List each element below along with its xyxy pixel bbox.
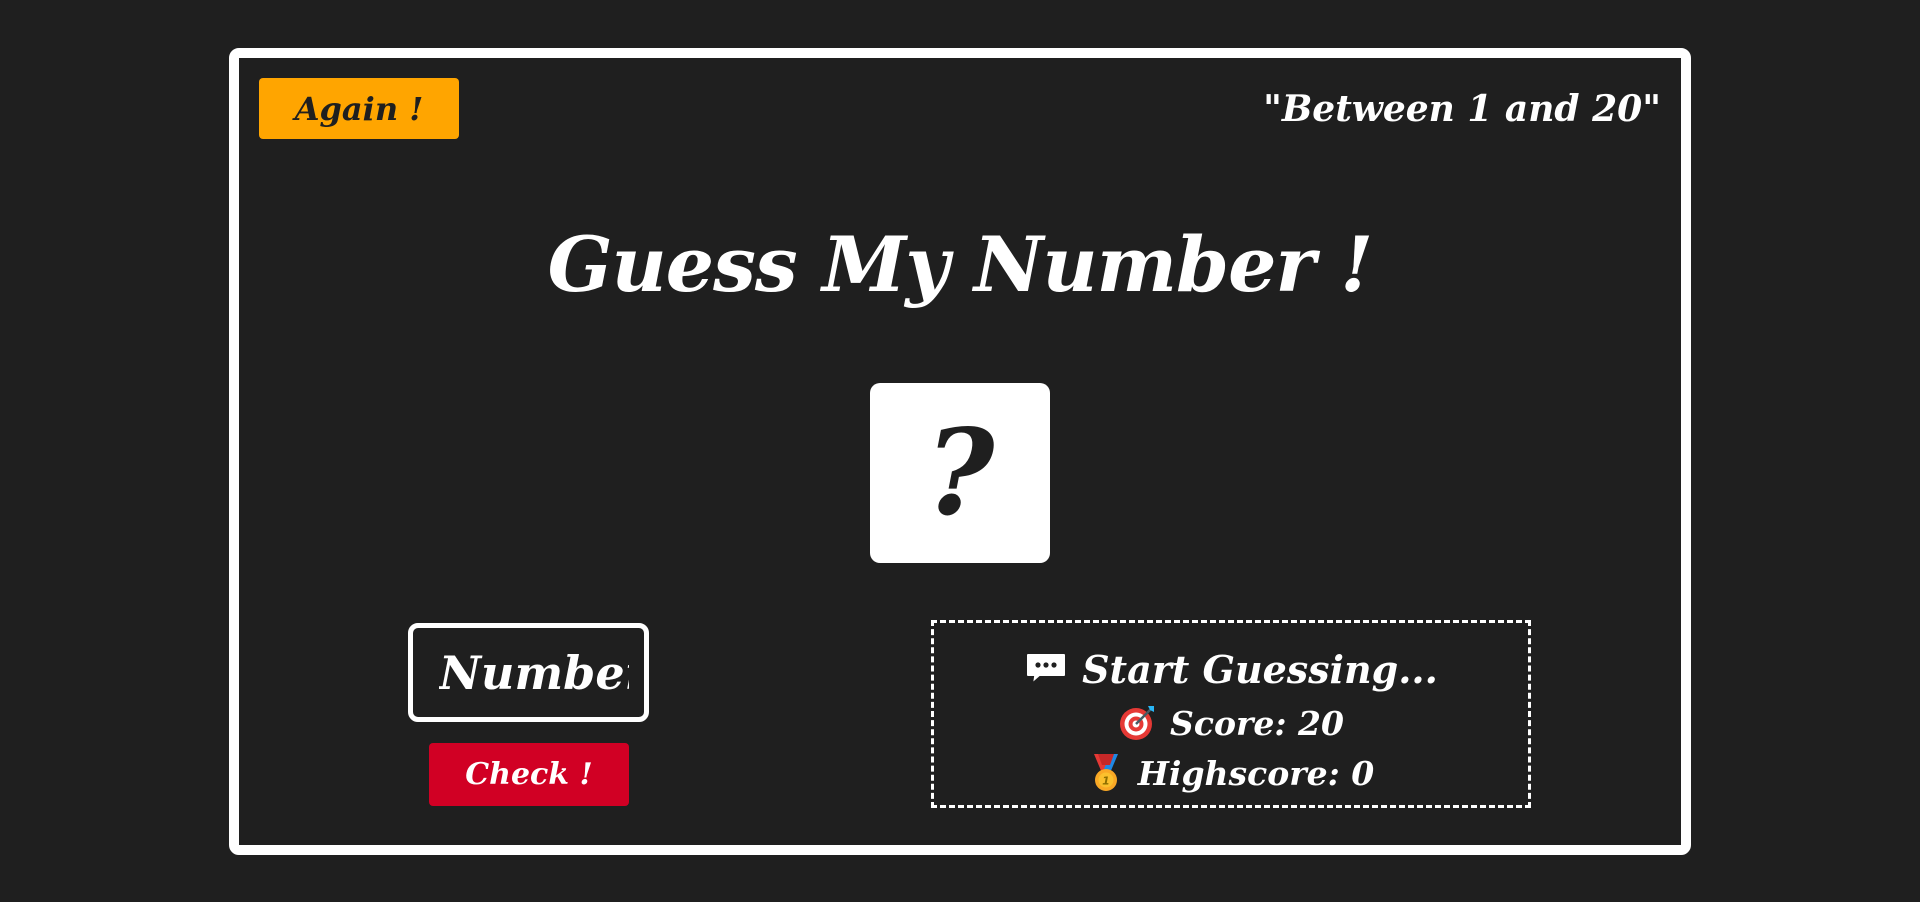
target-icon	[1118, 704, 1156, 742]
again-button[interactable]: Again !	[259, 78, 459, 139]
highscore-row: 1 Highscore: 0	[934, 751, 1528, 795]
status-panel: Start Guessing... Score: 20 1 Highscore:…	[931, 620, 1531, 808]
secret-number: ?	[925, 403, 995, 542]
page-title: Guess My Number !	[547, 220, 1374, 309]
score-row: Score: 20	[934, 701, 1528, 745]
check-button[interactable]: Check !	[429, 743, 629, 806]
range-hint: "Between 1 and 20"	[1263, 88, 1661, 130]
speech-bubble-icon	[1024, 651, 1068, 687]
message-text: Start Guessing...	[1082, 646, 1438, 692]
medal-icon: 1	[1088, 753, 1124, 793]
guess-input[interactable]	[408, 623, 649, 722]
message-row: Start Guessing...	[934, 644, 1528, 694]
secret-number-box: ?	[870, 383, 1050, 563]
highscore-text: Highscore: 0	[1137, 753, 1375, 793]
svg-text:1: 1	[1102, 775, 1110, 788]
score-text: Score: 20	[1170, 703, 1344, 743]
